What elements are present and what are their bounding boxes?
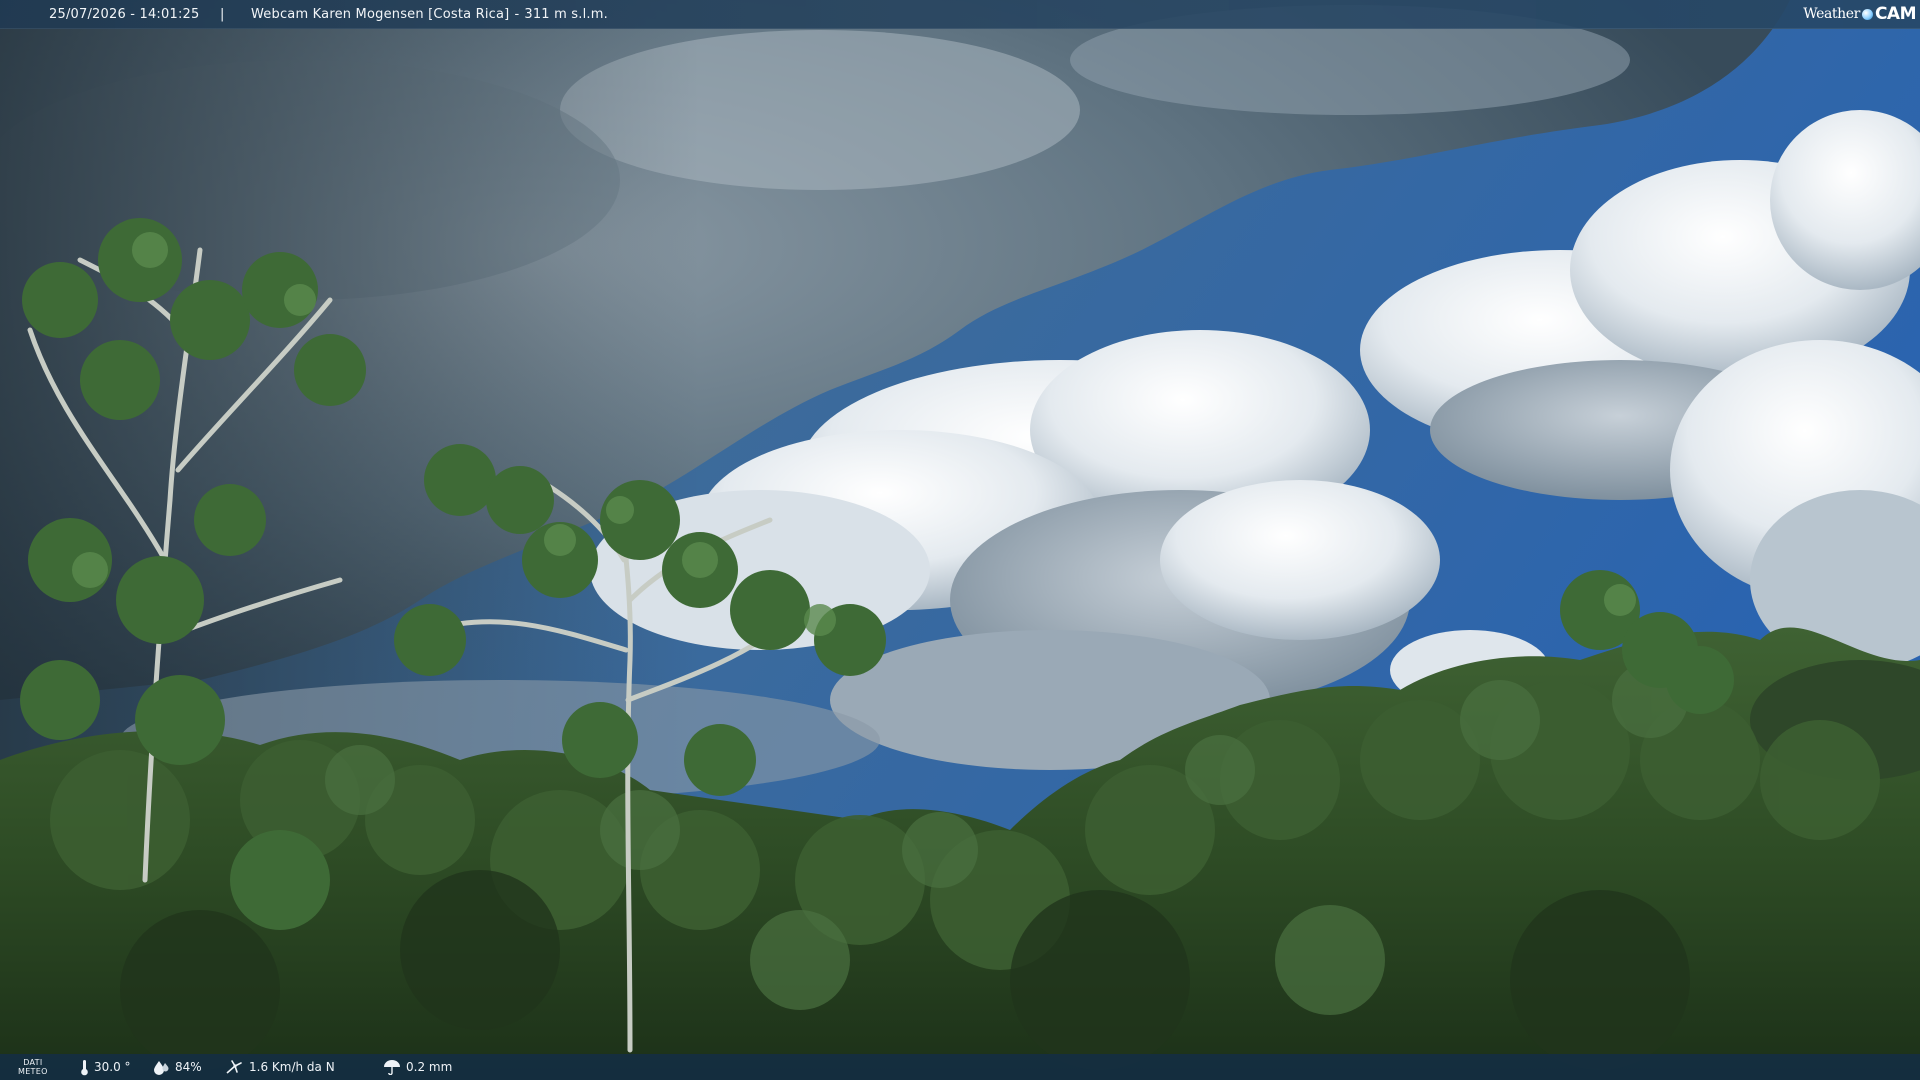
wind-reading: 1.6 Km/h da N <box>226 1054 335 1080</box>
logo-word-cam: CAM <box>1874 4 1917 24</box>
title-dash: - <box>514 7 520 22</box>
meteo-data-label: DATI METEO <box>18 1054 48 1080</box>
wind-icon <box>226 1059 244 1075</box>
humidity-value: 84% <box>175 1060 202 1074</box>
meteo-label-line2: METEO <box>18 1067 48 1076</box>
thermometer-icon <box>80 1059 89 1076</box>
camera-title: Webcam Karen Mogensen [Costa Rica] -311 m… <box>251 7 608 22</box>
wind-value: 1.6 Km/h da N <box>249 1060 335 1074</box>
weathercam-logo: Weather CAM <box>1803 3 1916 25</box>
logo-word-weather: Weather <box>1803 6 1860 22</box>
title-separator: | <box>220 7 225 22</box>
rain-value: 0.2 mm <box>406 1060 453 1074</box>
temperature-reading: 30.0 ° <box>80 1054 131 1080</box>
webcam-image <box>0 0 1920 1080</box>
webcam-viewport: 25/07/2026 - 14:01:25 | Webcam Karen Mog… <box>0 0 1920 1080</box>
rain-reading: 0.2 mm <box>383 1054 452 1080</box>
humidity-reading: 84% <box>153 1054 202 1080</box>
meteo-label-line1: DATI <box>23 1058 43 1067</box>
humidity-drop-icon <box>153 1060 170 1075</box>
timestamp: 25/07/2026 - 14:01:25 <box>49 7 200 22</box>
rain-icon <box>383 1059 401 1075</box>
weather-data-bar: DATI METEO 30.0 ° 84% 1.6 Km/h da N 0.2 … <box>0 1054 1920 1080</box>
overlay-top-bar: 25/07/2026 - 14:01:25 | Webcam Karen Mog… <box>0 0 1920 29</box>
camera-altitude: 311 m s.l.m. <box>524 7 608 22</box>
camera-name: Webcam Karen Mogensen [Costa Rica] <box>251 7 510 22</box>
temperature-value: 30.0 ° <box>94 1060 131 1074</box>
logo-globe-icon <box>1861 8 1873 20</box>
